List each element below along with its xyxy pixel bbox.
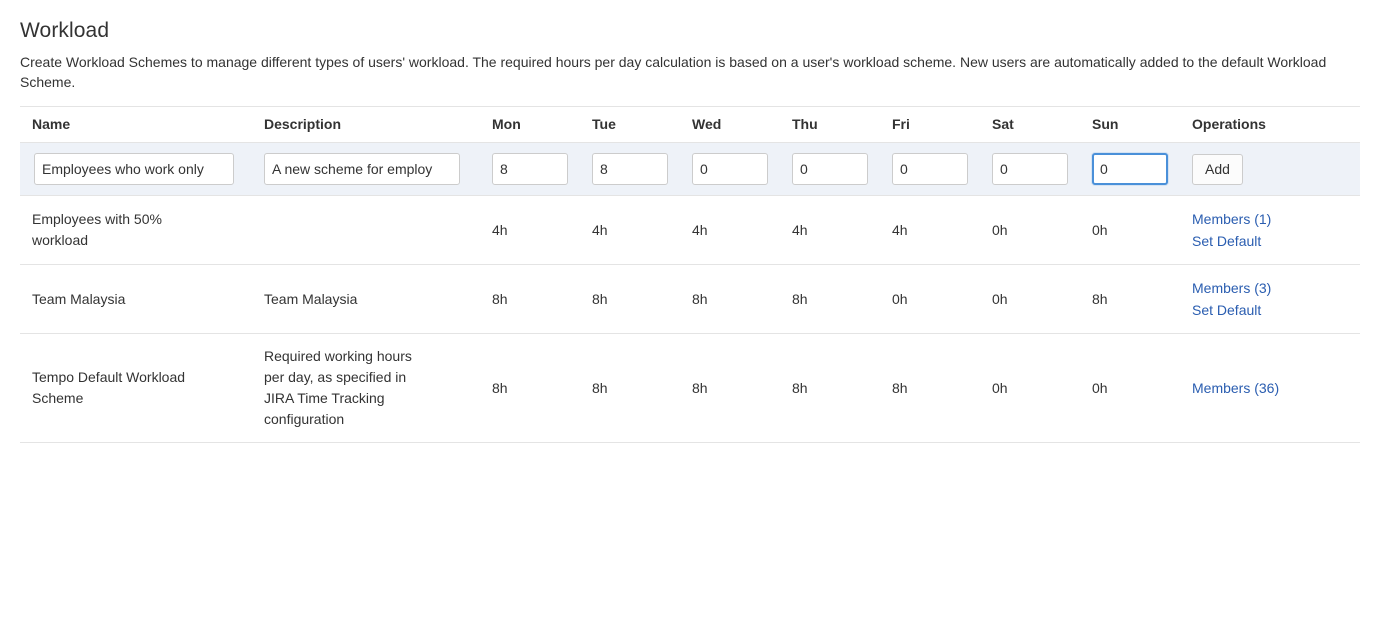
set-default-link[interactable]: Set Default	[1192, 299, 1354, 321]
scheme-sun-hours: 0h	[1080, 195, 1180, 265]
column-header-tue: Tue	[580, 106, 680, 143]
members-link[interactable]: Members (3)	[1192, 277, 1354, 299]
scheme-description: Team Malaysia	[252, 264, 480, 334]
members-link[interactable]: Members (1)	[1192, 208, 1354, 230]
scheme-operations: Members (1) Set Default	[1180, 195, 1360, 265]
table-header-row: Name Description Mon Tue Wed Thu Fri Sat…	[20, 106, 1360, 143]
scheme-operations: Members (36)	[1180, 333, 1360, 443]
table-row: Team Malaysia Team Malaysia 8h 8h 8h 8h …	[20, 264, 1360, 334]
scheme-operations: Members (3) Set Default	[1180, 264, 1360, 334]
scheme-name: Team Malaysia	[20, 264, 252, 334]
new-scheme-description-cell	[252, 142, 480, 196]
column-header-wed: Wed	[680, 106, 780, 143]
scheme-mon-hours: 8h	[480, 333, 580, 443]
new-scheme-tue-cell	[580, 142, 680, 196]
page-title: Workload	[20, 19, 110, 42]
scheme-thu-hours: 8h	[780, 333, 880, 443]
scheme-tue-input[interactable]	[592, 153, 668, 185]
scheme-sat-hours: 0h	[980, 264, 1080, 334]
scheme-name: Tempo Default Workload Scheme	[20, 333, 252, 443]
set-default-link[interactable]: Set Default	[1192, 230, 1354, 252]
column-header-name: Name	[20, 106, 252, 143]
column-header-operations: Operations	[1180, 106, 1360, 143]
scheme-fri-hours: 8h	[880, 333, 980, 443]
table-row: Tempo Default Workload Scheme Required w…	[20, 333, 1360, 443]
new-scheme-wed-cell	[680, 142, 780, 196]
scheme-wed-hours: 4h	[680, 195, 780, 265]
scheme-tue-hours: 4h	[580, 195, 680, 265]
scheme-sun-hours: 0h	[1080, 333, 1180, 443]
scheme-name-input[interactable]	[34, 153, 234, 185]
column-header-description: Description	[252, 106, 480, 143]
new-scheme-fri-cell	[880, 142, 980, 196]
page-description: Create Workload Schemes to manage differ…	[20, 54, 1327, 90]
scheme-description-input[interactable]	[264, 153, 460, 185]
scheme-mon-input[interactable]	[492, 153, 568, 185]
scheme-description: Required working hours per day, as speci…	[252, 333, 480, 443]
scheme-name-text: Tempo Default Workload Scheme	[32, 369, 186, 406]
scheme-sat-hours: 0h	[980, 195, 1080, 265]
table-row: Employees with 50% workload 4h 4h 4h 4h …	[20, 195, 1360, 265]
scheme-sat-hours: 0h	[980, 333, 1080, 443]
new-scheme-sat-cell	[980, 142, 1080, 196]
scheme-description	[252, 195, 480, 265]
scheme-thu-hours: 8h	[780, 264, 880, 334]
scheme-sat-input[interactable]	[992, 153, 1068, 185]
column-header-sun: Sun	[1080, 106, 1180, 143]
workload-schemes-table: Name Description Mon Tue Wed Thu Fri Sat…	[20, 106, 1360, 443]
scheme-sun-input[interactable]	[1092, 153, 1168, 185]
column-header-mon: Mon	[480, 106, 580, 143]
scheme-tue-hours: 8h	[580, 333, 680, 443]
column-header-fri: Fri	[880, 106, 980, 143]
new-scheme-mon-cell	[480, 142, 580, 196]
new-scheme-sun-cell	[1080, 142, 1180, 196]
scheme-wed-input[interactable]	[692, 153, 768, 185]
scheme-fri-hours: 0h	[880, 264, 980, 334]
new-scheme-name-cell	[20, 142, 252, 196]
scheme-fri-input[interactable]	[892, 153, 968, 185]
scheme-wed-hours: 8h	[680, 333, 780, 443]
scheme-sun-hours: 8h	[1080, 264, 1180, 334]
new-scheme-thu-cell	[780, 142, 880, 196]
add-scheme-button[interactable]: Add	[1192, 153, 1243, 185]
scheme-wed-hours: 8h	[680, 264, 780, 334]
scheme-thu-hours: 4h	[780, 195, 880, 265]
scheme-mon-hours: 8h	[480, 264, 580, 334]
column-header-thu: Thu	[780, 106, 880, 143]
members-link[interactable]: Members (36)	[1192, 377, 1354, 399]
scheme-description-text: Required working hours per day, as speci…	[264, 348, 412, 427]
scheme-name-text: Employees with 50% workload	[32, 211, 162, 248]
scheme-tue-hours: 8h	[580, 264, 680, 334]
scheme-mon-hours: 4h	[480, 195, 580, 265]
scheme-name: Employees with 50% workload	[20, 195, 252, 265]
column-header-sat: Sat	[980, 106, 1080, 143]
scheme-name-text: Team Malaysia	[32, 290, 126, 307]
workload-page: Workload Create Workload Schemes to mana…	[0, 0, 1400, 443]
scheme-fri-hours: 4h	[880, 195, 980, 265]
scheme-thu-input[interactable]	[792, 153, 868, 185]
new-scheme-operations-cell: Add	[1180, 142, 1360, 196]
new-scheme-form-row: Add	[20, 142, 1360, 196]
